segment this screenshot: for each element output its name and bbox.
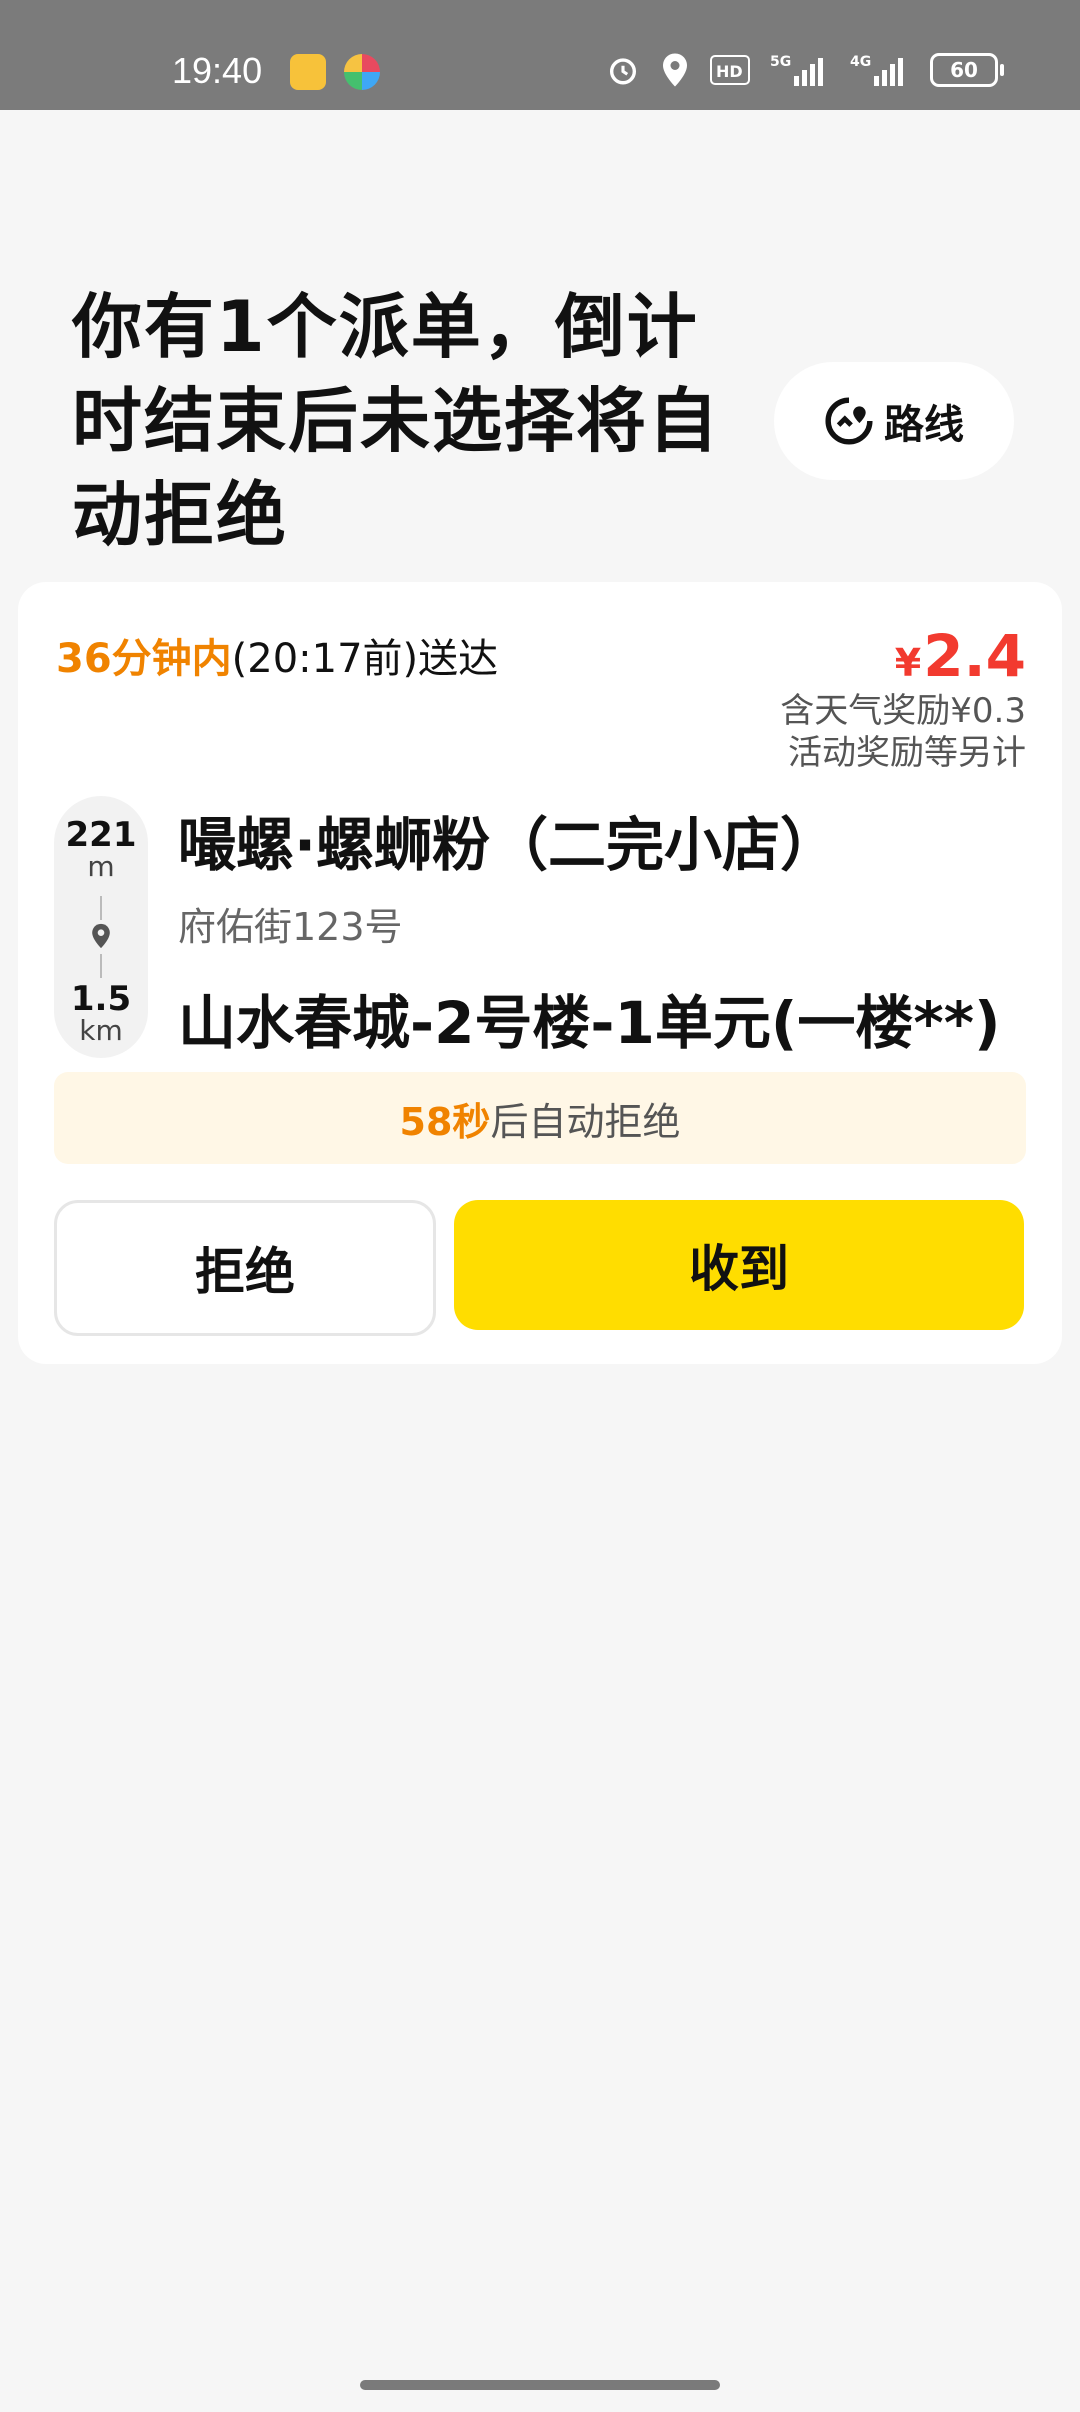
hd-icon: HD [710, 55, 750, 85]
order-card: 36分钟内(20:17前)送达 ¥ 2.4 含天气奖励¥0.3 活动奖励等另计 … [18, 582, 1062, 1364]
countdown-banner: 58秒 后自动拒绝 [54, 1072, 1026, 1164]
pickup-distance: 221 m [54, 818, 148, 882]
distance-line-top [100, 896, 102, 920]
page-title: 你有1个派单，倒计时结束后未选择将自动拒绝 [72, 286, 720, 556]
status-icons: HD 5G 4G 60 [606, 50, 1004, 90]
bonus-line-1: 含天气奖励¥0.3 [780, 691, 1026, 731]
distance-indicator: 221 m 1.5 km [54, 796, 148, 1058]
eta-highlight: 36分钟内 [56, 636, 232, 682]
location-pin-icon [92, 923, 110, 949]
alarm-icon [609, 58, 637, 85]
battery-icon: 60 [930, 53, 1004, 87]
accept-button[interactable]: 收到 [454, 1200, 1024, 1330]
eta-rest: (20:17前)送达 [231, 636, 499, 682]
pickup-distance-value: 221 [65, 815, 137, 855]
delivery-eta: 36分钟内(20:17前)送达 [56, 626, 498, 684]
pickup-distance-unit: m [87, 850, 115, 883]
shop-name: 嘬螺·螺蛳粉（二完小店） [178, 811, 839, 879]
route-button-label: 路线 [884, 402, 964, 448]
dropoff-distance: 1.5 km [54, 982, 148, 1046]
route-button[interactable]: 路线 [774, 362, 1014, 480]
shop-address: 府佑街123号 [178, 905, 403, 949]
svg-text:HD: HD [716, 62, 743, 81]
countdown-text: 后自动拒绝 [490, 1099, 681, 1144]
dropoff-distance-unit: km [79, 1014, 123, 1047]
home-indicator[interactable] [360, 2380, 720, 2390]
app-notification-icon [290, 54, 326, 90]
app-notification-icon-2 [344, 54, 380, 90]
bonus-info: 含天气奖励¥0.3 活动奖励等另计 [780, 690, 1026, 774]
distance-line-bottom [100, 954, 102, 978]
svg-text:4G: 4G [850, 54, 871, 70]
location-icon [663, 53, 687, 87]
countdown-seconds: 58秒 [399, 1099, 491, 1144]
reject-button[interactable]: 拒绝 [54, 1200, 436, 1336]
price-value: 2.4 [923, 622, 1026, 690]
bonus-line-2: 活动奖励等另计 [788, 733, 1026, 773]
price-currency: ¥ [894, 641, 922, 685]
status-time: 19:40 [172, 50, 263, 91]
4g-signal-icon: 4G [850, 54, 903, 86]
status-bar: 19:40 HD 5G 4G 60 [0, 0, 1080, 110]
dropoff-distance-value: 1.5 [70, 979, 132, 1019]
svg-text:5G: 5G [770, 54, 791, 70]
order-price: ¥ 2.4 [895, 622, 1026, 690]
destination-address: 山水春城-2号楼-1单元(一楼**) [178, 989, 1001, 1057]
route-icon [825, 397, 873, 445]
5g-signal-icon: 5G [770, 54, 823, 86]
